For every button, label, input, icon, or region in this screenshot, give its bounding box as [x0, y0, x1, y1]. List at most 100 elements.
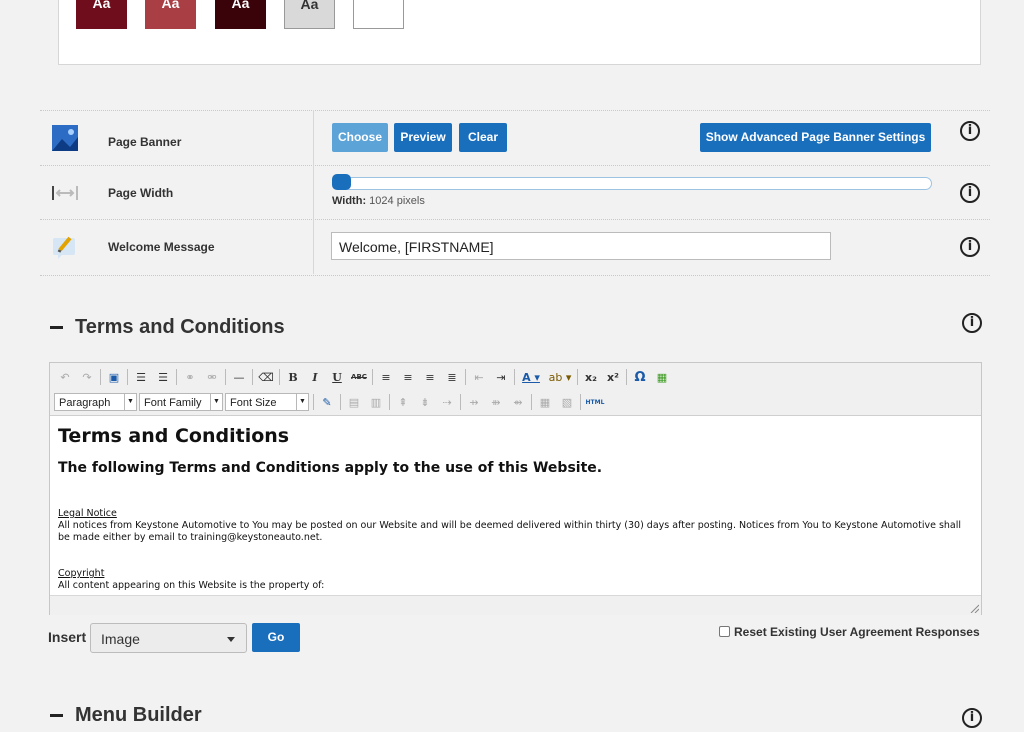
toolbar-separator — [100, 369, 101, 385]
delete-column-icon[interactable]: ⇴ — [507, 396, 529, 409]
chevron-down-icon: ▼ — [124, 394, 136, 410]
info-icon[interactable]: i — [960, 183, 980, 203]
font-family-select[interactable]: Font Family ▼ — [139, 393, 223, 411]
insert-column-after-icon[interactable]: ⇻ — [485, 396, 507, 409]
swatch-label: Aa — [300, 0, 319, 12]
theme-swatch-5[interactable] — [353, 0, 404, 29]
horizontal-rule-icon[interactable]: — — [228, 371, 250, 384]
align-center-icon[interactable]: ≡ — [397, 371, 419, 384]
menu-builder-section-header[interactable]: Menu Builder — [50, 704, 202, 727]
terms-heading: Terms and Conditions — [75, 316, 285, 338]
edit-form-icon[interactable]: ✎ — [316, 396, 338, 409]
redo-icon[interactable]: ↷ — [76, 371, 98, 384]
theme-swatch-2[interactable]: Aa — [145, 0, 196, 29]
subscript-icon[interactable]: x₂ — [580, 371, 602, 384]
image-icon — [52, 125, 78, 151]
paste-word-icon[interactable]: ▣ — [103, 371, 125, 384]
editor-statusbar — [50, 595, 981, 615]
unlink-icon[interactable]: ⚮ — [201, 371, 223, 384]
toolbar-separator — [176, 369, 177, 385]
toolbar-separator — [225, 369, 226, 385]
merge-cells-icon[interactable]: ▦ — [534, 396, 556, 409]
font-color-icon[interactable]: A ▾ — [517, 371, 545, 384]
page-width-label: Page Width — [108, 186, 174, 200]
legal-notice-title: Legal Notice — [58, 508, 117, 519]
page-width-row: Page Width — [40, 165, 990, 220]
legal-notice-text: All notices from Keystone Automotive to … — [58, 520, 962, 543]
info-icon[interactable]: i — [962, 708, 982, 728]
advanced-banner-settings-button[interactable]: Show Advanced Page Banner Settings — [700, 123, 931, 152]
copyright-title: Copyright — [58, 568, 105, 579]
toolbar-separator — [460, 394, 461, 410]
theme-swatch-3[interactable]: Aa — [215, 0, 266, 29]
page-width-slider-handle[interactable] — [332, 174, 351, 190]
underline-icon[interactable]: U — [326, 371, 348, 384]
bold-icon[interactable]: B — [282, 371, 304, 384]
toolbar-separator — [372, 369, 373, 385]
terms-section-header[interactable]: Terms and Conditions — [50, 316, 285, 339]
toolbar-row-2: Paragraph ▼ Font Family ▼ Font Size ▼ ✎ ▤ ▥… — [54, 391, 607, 413]
bullet-list-icon[interactable]: ☰ — [152, 371, 174, 384]
eraser-icon[interactable]: ⌫ — [255, 371, 277, 384]
numbered-list-icon[interactable]: ☰ — [130, 371, 152, 384]
theme-swatch-4[interactable]: Aa — [284, 0, 335, 29]
go-button[interactable]: Go — [252, 623, 300, 652]
page-width-slider[interactable] — [333, 177, 932, 190]
delete-row-icon[interactable]: ⇢ — [436, 396, 458, 409]
paragraph-select-value: Paragraph — [59, 397, 111, 409]
superscript-icon[interactable]: x² — [602, 371, 624, 384]
align-right-icon[interactable]: ≡ — [419, 371, 441, 384]
welcome-message-label: Welcome Message — [108, 240, 215, 254]
toolbar-separator — [514, 369, 515, 385]
toolbar-separator — [127, 369, 128, 385]
strikethrough-icon[interactable]: ABC — [348, 373, 370, 381]
split-cells-icon[interactable]: ▧ — [556, 396, 578, 409]
reset-responses-checkbox[interactable] — [719, 626, 730, 637]
table-icon[interactable]: ▤ — [343, 396, 365, 409]
resize-handle-icon[interactable] — [969, 603, 979, 613]
collapse-icon[interactable] — [50, 326, 63, 330]
toolbar-separator — [580, 394, 581, 410]
html-source-icon[interactable]: HTML — [583, 399, 607, 406]
highlight-color-icon[interactable]: ab ▾ — [545, 371, 575, 384]
clear-button[interactable]: Clear — [459, 123, 507, 152]
content-subheading: The following Terms and Conditions apply… — [58, 460, 603, 476]
collapse-icon[interactable] — [50, 714, 63, 718]
paragraph-select[interactable]: Paragraph ▼ — [54, 393, 137, 411]
chevron-down-icon: ▼ — [296, 394, 308, 410]
outdent-icon[interactable]: ⇤ — [468, 371, 490, 384]
toolbar-separator — [389, 394, 390, 410]
link-icon[interactable]: ⚭ — [179, 371, 201, 384]
insert-row-after-icon[interactable]: ⇟ — [414, 396, 436, 409]
italic-icon[interactable]: I — [304, 371, 326, 384]
editor-content[interactable]: Terms and Conditions The following Terms… — [58, 421, 973, 596]
welcome-message-input[interactable]: Welcome, [FIRSTNAME] — [331, 232, 831, 260]
table-properties-icon[interactable]: ▥ — [365, 396, 387, 409]
info-icon[interactable]: i — [962, 313, 982, 333]
special-character-icon[interactable]: Ω — [629, 370, 651, 385]
reset-responses-option[interactable]: Reset Existing User Agreement Responses — [719, 625, 980, 639]
info-icon[interactable]: i — [960, 237, 980, 257]
menu-builder-heading: Menu Builder — [75, 704, 202, 726]
toolbar-separator — [313, 394, 314, 410]
insert-row-before-icon[interactable]: ⇞ — [392, 396, 414, 409]
align-left-icon[interactable]: ≡ — [375, 371, 397, 384]
indent-icon[interactable]: ⇥ — [490, 371, 512, 384]
theme-panel: Aa Aa Aa Aa — [58, 0, 981, 65]
choose-button[interactable]: Choose — [332, 123, 388, 152]
info-icon[interactable]: i — [960, 121, 980, 141]
undo-icon[interactable]: ↶ — [54, 371, 76, 384]
preview-button[interactable]: Preview — [394, 123, 452, 152]
swatch-label: Aa — [161, 0, 180, 11]
insert-column-before-icon[interactable]: ⇸ — [463, 396, 485, 409]
copyright-text: All content appearing on this Website is… — [58, 580, 325, 591]
width-value: 1024 pixels — [369, 195, 425, 207]
terms-editor: ↶ ↷ ▣ ☰ ☰ ⚭ ⚮ — ⌫ B I U ABC ≡ ≡ ≡ ≣ ⇤ ⇥ … — [49, 362, 982, 615]
insert-type-select[interactable]: Image — [90, 623, 247, 653]
resize-width-icon — [52, 186, 78, 200]
font-size-select[interactable]: Font Size ▼ — [225, 393, 309, 411]
insert-image-icon[interactable]: ▦ — [651, 371, 673, 384]
justify-icon[interactable]: ≣ — [441, 371, 463, 384]
theme-swatch-1[interactable]: Aa — [76, 0, 127, 29]
chevron-down-icon: ▼ — [210, 394, 222, 410]
